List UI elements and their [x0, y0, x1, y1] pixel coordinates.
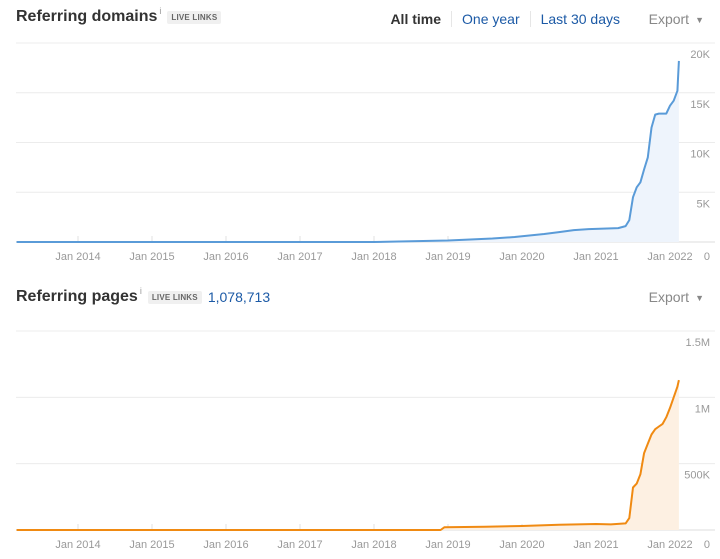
- x-tick-label: Jan 2017: [277, 539, 322, 551]
- x-tick-label: Jan 2014: [55, 539, 100, 551]
- y-tick-label: 0: [704, 539, 710, 551]
- y-tick-label: 500K: [684, 470, 710, 482]
- x-tick-label: Jan 2022: [647, 539, 692, 551]
- x-tick-label: Jan 2018: [351, 539, 396, 551]
- x-tick-label: Jan 2016: [203, 539, 248, 551]
- series-area: [16, 380, 679, 530]
- x-tick-label: Jan 2020: [499, 539, 544, 551]
- y-tick-label: 1.5M: [686, 337, 710, 349]
- y-tick-label: 1M: [695, 403, 710, 415]
- x-tick-label: Jan 2019: [425, 539, 470, 551]
- referring-pages-chart[interactable]: 0 500K 1M 1.5M Jan 2014 Jan 2015 Jan 2016 Jan 2…: [0, 0, 720, 559]
- x-tick-label: Jan 2021: [573, 539, 618, 551]
- series-line: [16, 379, 680, 531]
- x-tick-label: Jan 2015: [129, 539, 174, 551]
